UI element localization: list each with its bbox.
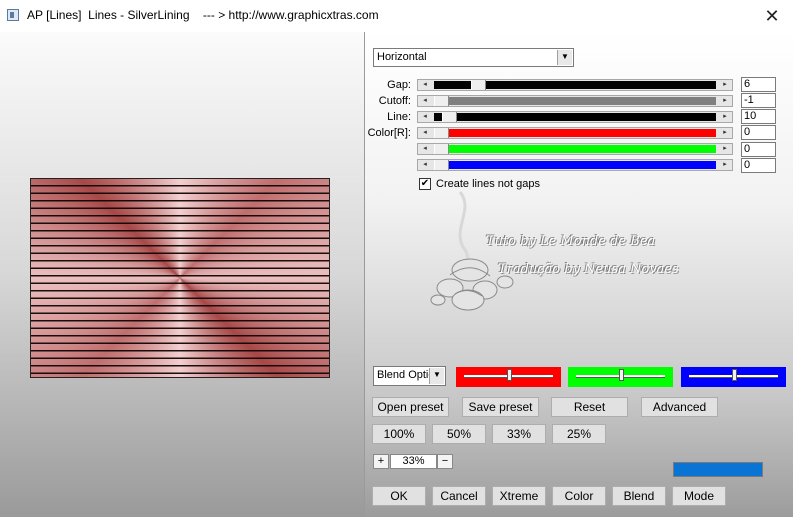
zoom-33-button[interactable]: 33% [492,424,546,444]
color-g-slider-fill [434,145,716,153]
color-button[interactable]: Color [552,486,606,506]
blend-options-select[interactable]: Blend Optio ▼ [373,366,446,386]
slider-left-arrow-icon[interactable]: ◂ [418,160,432,170]
line-slider[interactable]: ◂ ▸ [417,111,733,123]
zoom-minus-button[interactable]: − [437,454,453,469]
slider-right-arrow-icon[interactable]: ▸ [718,144,732,154]
open-preset-button[interactable]: Open preset [372,397,449,417]
slider-left-arrow-icon[interactable]: ◂ [418,128,432,138]
color-b-value-input[interactable]: 0 [741,158,776,173]
gap-value-input[interactable]: 6 [741,77,776,92]
title-bar: AP [Lines] Lines - SilverLining --- > ht… [0,0,793,32]
color-r-value-input[interactable]: 0 [741,125,776,140]
slider-left-arrow-icon[interactable]: ◂ [418,80,432,90]
blend-options-value: Blend Optio [377,369,429,381]
cancel-button[interactable]: Cancel [432,486,486,506]
chevron-down-icon: ▼ [429,368,444,384]
preview-pane [0,32,365,517]
blue-blend-thumb[interactable] [731,369,737,381]
slider-left-arrow-icon[interactable]: ◂ [418,144,432,154]
color-b-slider[interactable]: ◂ ▸ [417,159,733,171]
slider-right-arrow-icon[interactable]: ▸ [718,128,732,138]
cutoff-slider[interactable]: ◂ ▸ [417,95,733,107]
green-blend-slider[interactable] [568,367,673,387]
direction-select-value: Horizontal [377,51,427,63]
slider-right-arrow-icon[interactable]: ▸ [718,96,732,106]
xtreme-button[interactable]: Xtreme [492,486,546,506]
line-slider-thumb[interactable] [442,112,457,122]
color-r-slider[interactable]: ◂ ▸ [417,127,733,139]
zoom-value: 33% [390,454,437,469]
ok-button[interactable]: OK [372,486,426,506]
blend-button[interactable]: Blend [612,486,666,506]
color-g-slider[interactable]: ◂ ▸ [417,143,733,155]
color-r-slider-thumb[interactable] [434,128,449,138]
zoom-plus-button[interactable]: + [373,454,389,469]
cutoff-value-input[interactable]: -1 [741,93,776,108]
reset-button[interactable]: Reset [551,397,628,417]
line-value-input[interactable]: 10 [741,109,776,124]
cutoff-slider-fill [434,97,716,105]
gap-label: Gap: [387,79,411,91]
blue-blend-slider[interactable] [681,367,786,387]
green-blend-thumb[interactable] [618,369,624,381]
line-slider-fill [434,113,716,121]
gap-slider-thumb[interactable] [471,80,487,90]
slider-right-arrow-icon[interactable]: ▸ [718,80,732,90]
color-b-slider-thumb[interactable] [434,160,449,170]
color-g-slider-thumb[interactable] [434,144,449,154]
create-lines-label: Create lines not gaps [436,178,540,190]
chevron-down-icon: ▼ [557,50,572,65]
advanced-button[interactable]: Advanced [641,397,718,417]
red-blend-thumb[interactable] [506,369,512,381]
slider-right-arrow-icon[interactable]: ▸ [718,160,732,170]
slider-right-arrow-icon[interactable]: ▸ [718,112,732,122]
zoom-100-button[interactable]: 100% [372,424,426,444]
direction-select[interactable]: Horizontal ▼ [373,48,574,67]
save-preset-button[interactable]: Save preset [462,397,539,417]
color-swatch[interactable] [673,462,763,477]
line-label: Line: [387,111,411,123]
slider-left-arrow-icon[interactable]: ◂ [418,112,432,122]
zoom-25-button[interactable]: 25% [552,424,606,444]
window-title: AP [Lines] Lines - SilverLining --- > ht… [27,8,379,22]
color-r-label: Color[R]: [367,127,411,139]
close-button[interactable]: ✕ [757,4,787,28]
mode-button[interactable]: Mode [672,486,726,506]
color-r-slider-fill [434,129,716,137]
gap-slider[interactable]: ◂ ▸ [417,79,733,91]
cutoff-slider-thumb[interactable] [434,96,449,106]
zoom-50-button[interactable]: 50% [432,424,486,444]
preview-image[interactable] [30,178,330,378]
slider-left-arrow-icon[interactable]: ◂ [418,96,432,106]
cutoff-label: Cutoff: [378,95,411,107]
create-lines-checkbox[interactable]: ✔ [419,178,431,190]
red-blend-slider[interactable] [456,367,561,387]
color-g-value-input[interactable]: 0 [741,142,776,157]
color-b-slider-fill [434,161,716,169]
app-icon [7,9,19,21]
